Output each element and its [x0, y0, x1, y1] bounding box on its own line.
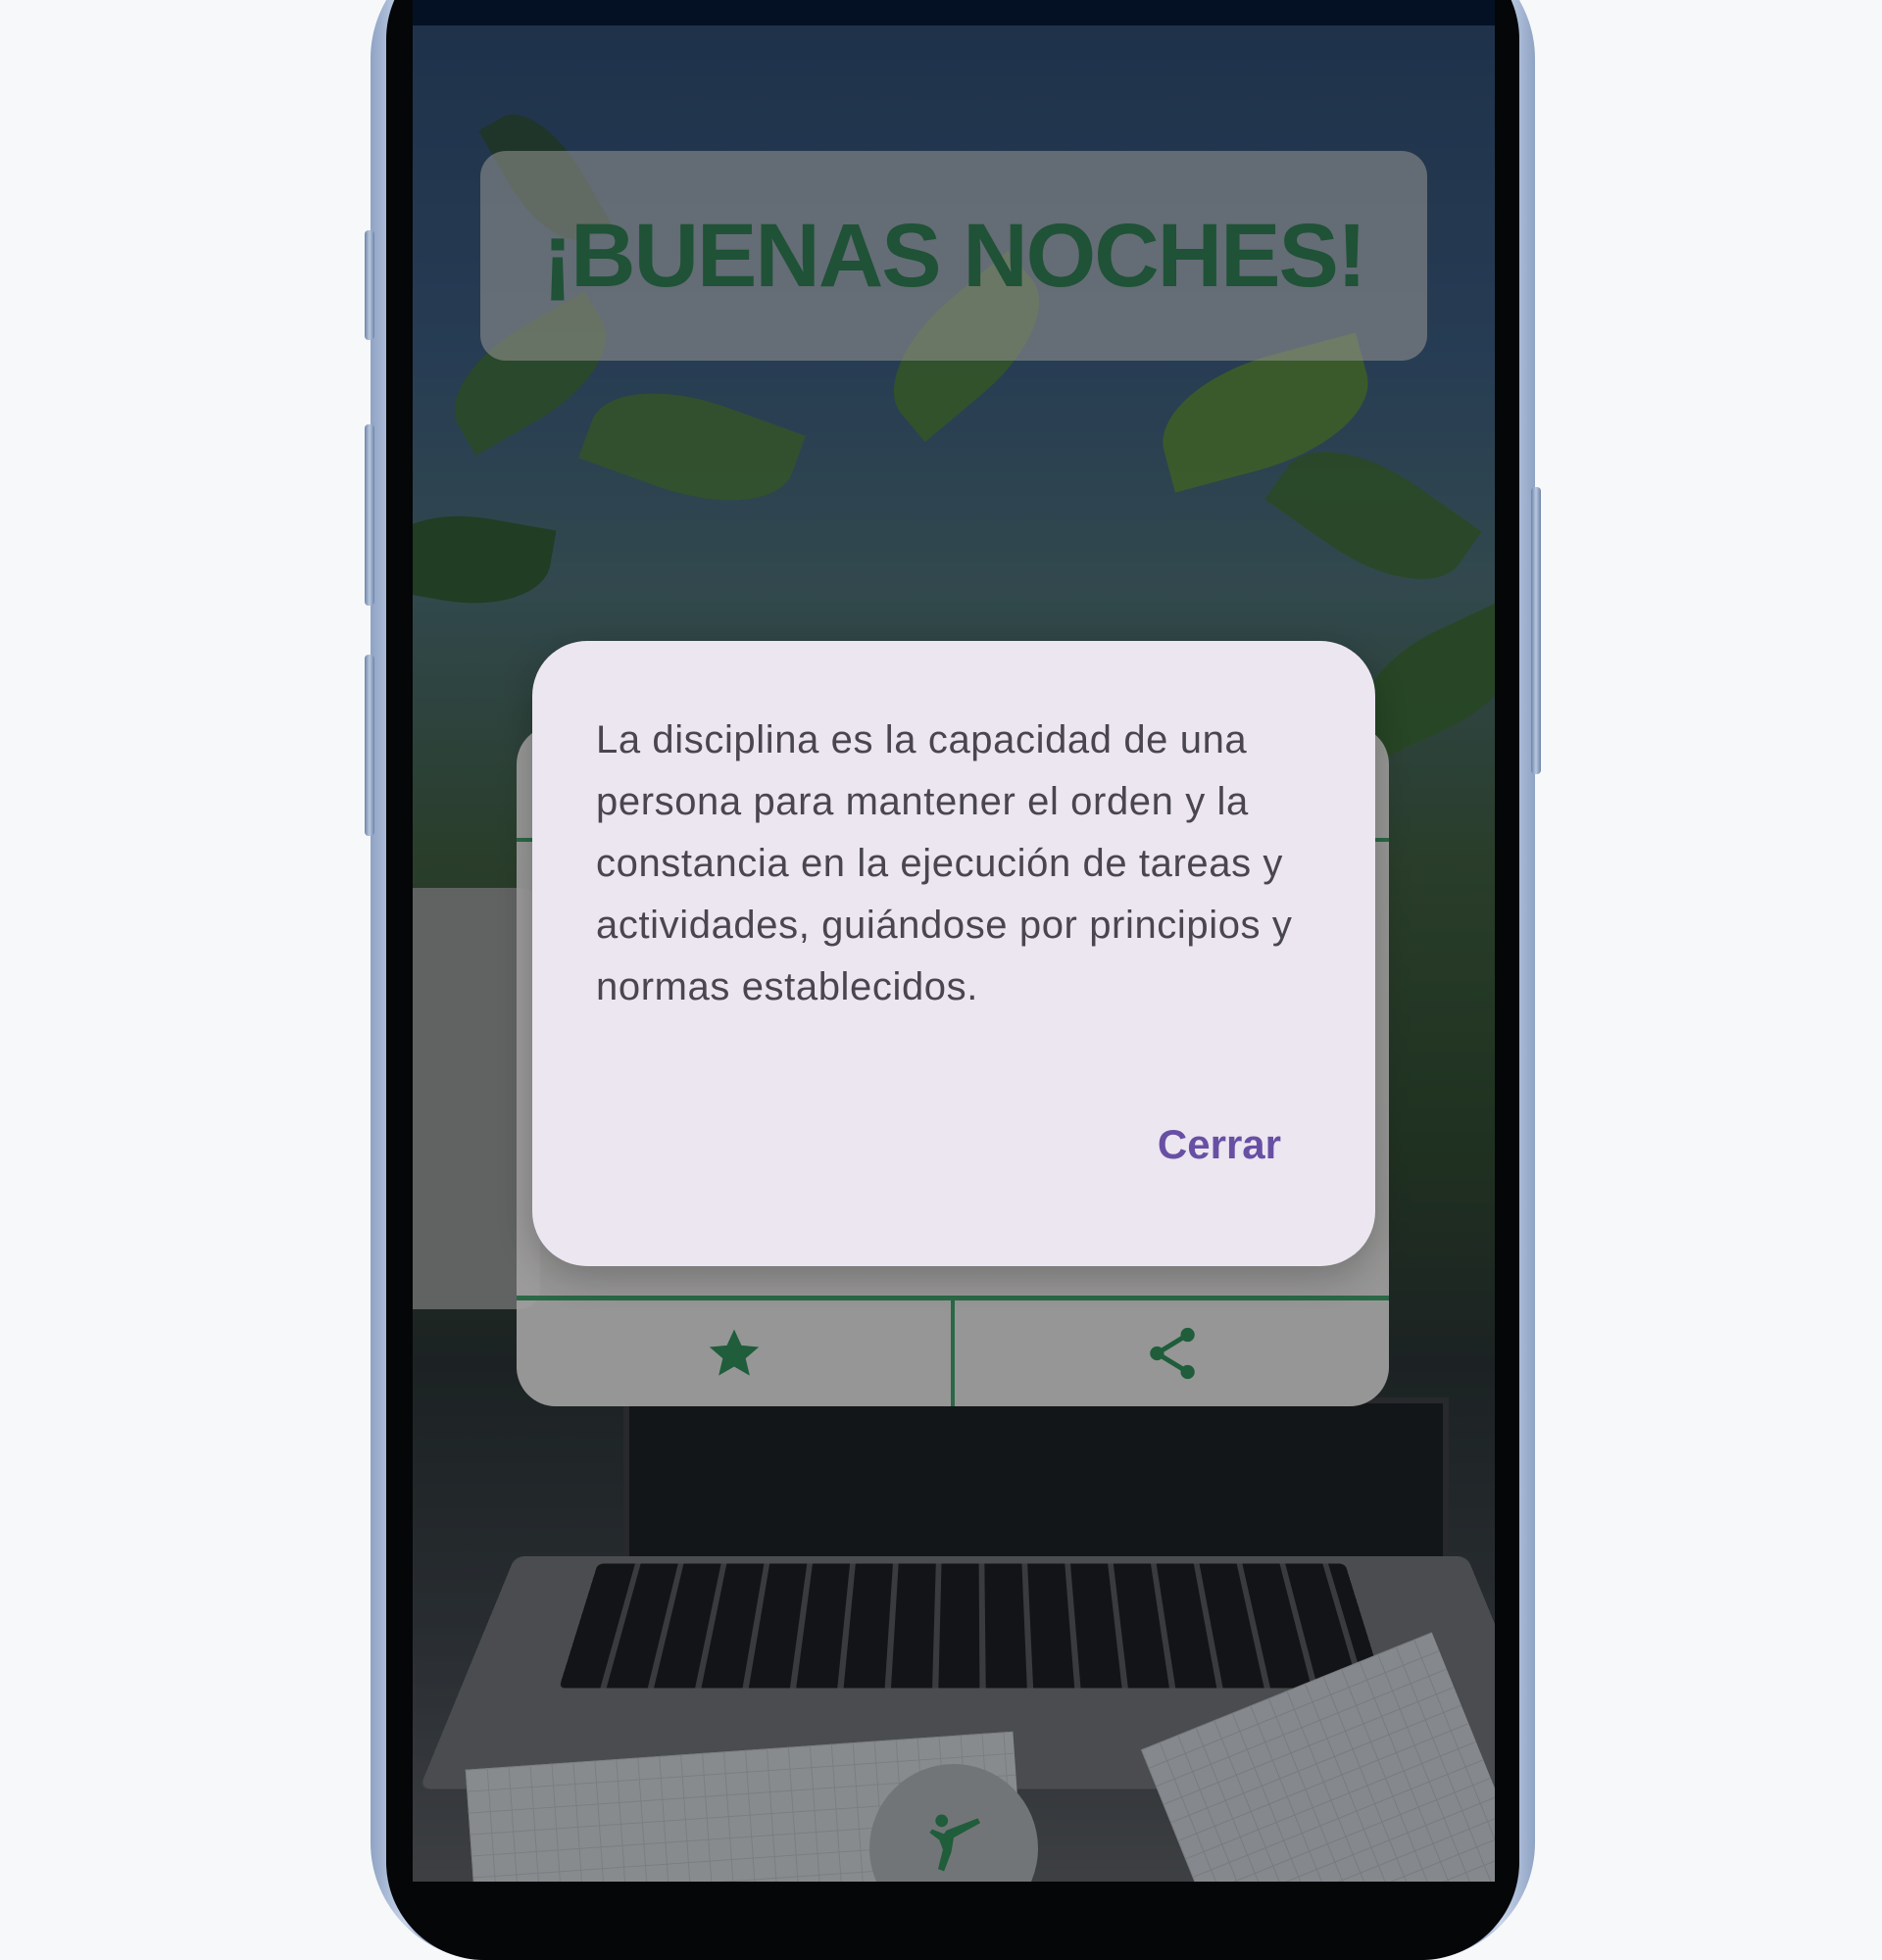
close-button[interactable]: Cerrar — [1158, 1111, 1281, 1178]
quote-dialog: La disciplina es la capacidad de una per… — [532, 641, 1375, 1266]
phone-volume-down-button — [365, 655, 374, 836]
phone-screen: ¡BUENAS NOCHES! La disciplina es la capa… — [413, 0, 1495, 1882]
phone-action-button — [365, 230, 374, 340]
dialog-message: La disciplina es la capacidad de una per… — [596, 718, 1293, 1008]
phone-power-button — [1531, 487, 1541, 774]
phone-volume-up-button — [365, 424, 374, 606]
